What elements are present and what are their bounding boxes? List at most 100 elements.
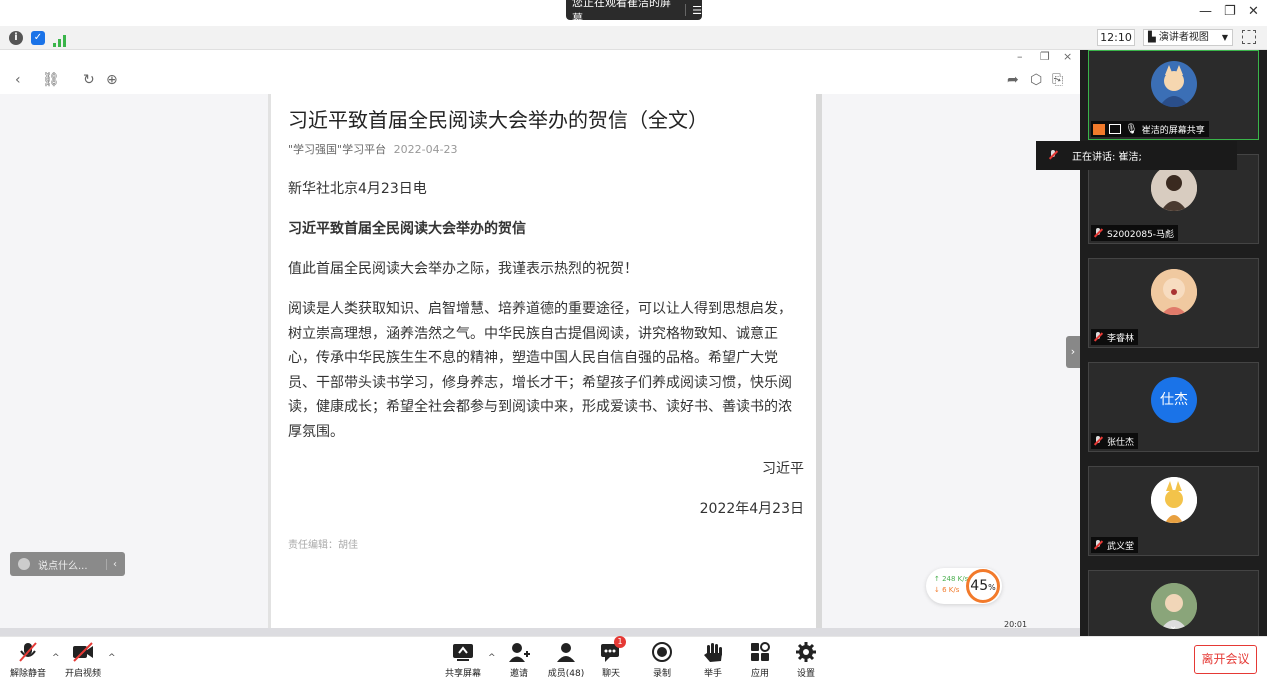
participant-label: S2002085-马彪 — [1091, 225, 1179, 241]
invite-label: 邀请 — [509, 669, 528, 679]
view-mode-select[interactable]: ▙ 演讲者视图 ▼ — [1143, 29, 1233, 46]
participants-panel: 🎙 崔洁的屏幕共享 S2002085-马彪 李睿林 仕杰 张仕杰 武义堂 ⌄ — [1080, 50, 1267, 636]
leave-meeting-button[interactable]: 离开会议 — [1194, 645, 1257, 674]
view-mode-icon: ▙ — [1148, 32, 1156, 43]
collapse-icon[interactable]: ‹ — [106, 558, 117, 570]
article-signature: 习近平 — [762, 461, 804, 477]
share-screen-label: 共享屏幕 — [444, 669, 481, 679]
participant-tile[interactable]: 仕杰 张仕杰 — [1088, 362, 1259, 452]
add-user-icon — [508, 641, 530, 663]
participant-tile[interactable]: 🎙 崔洁的屏幕共享 — [1088, 50, 1259, 140]
browser-toolbar: ‹ ⛓ ↻ ⊕ – ❐ × ➦ ⬡ ⎘ — [0, 50, 1080, 94]
link-icon[interactable]: ⛓ — [42, 72, 60, 88]
restore-button[interactable]: ❐ — [1224, 4, 1236, 19]
unmute-label: 解除静音 — [9, 669, 46, 679]
settings-label: 设置 — [796, 669, 815, 679]
mic-icon: 🎙 — [1125, 123, 1138, 135]
divider — [685, 4, 687, 16]
article-page: 习近平致首届全民阅读大会举办的贺信（全文） "学习强国"学习平台 2022-04… — [268, 94, 822, 634]
fullscreen-icon[interactable] — [1242, 30, 1256, 44]
mic-muted-icon — [1048, 150, 1058, 163]
avatar — [1151, 61, 1197, 107]
invite-button[interactable]: 邀请 — [494, 641, 544, 679]
mic-muted-icon — [1093, 228, 1103, 238]
share-banner[interactable]: 您正在观看崔洁的屏幕 ☰ — [566, 0, 702, 25]
globe-icon[interactable]: ⊕ — [106, 72, 118, 88]
comment-input[interactable]: 说点什么... ‹ — [10, 552, 125, 576]
chat-icon: 1 — [600, 636, 626, 663]
signal-icon[interactable] — [53, 32, 67, 47]
unmute-button[interactable]: 解除静音 — [3, 641, 53, 679]
view-mode-label: 演讲者视图 — [1158, 32, 1209, 43]
meeting-toolbar: 解除静音 ^ 开启视频 ^ 共享屏幕 ^ 邀请 成员(48) 1 聊天 录制 举… — [0, 636, 1267, 681]
avatar — [1151, 269, 1197, 315]
panel-collapse-handle[interactable]: › — [1066, 336, 1080, 368]
share-screen-button[interactable]: 共享屏幕 — [438, 641, 488, 679]
avatar: 仕杰 — [1151, 377, 1197, 423]
network-speed-widget[interactable]: ↑ 248 K/s ↓ 6 K/s 45% — [926, 568, 1002, 604]
security-shield-icon[interactable]: ✓ — [31, 31, 45, 45]
hand-icon — [702, 641, 724, 663]
raise-hand-button[interactable]: 举手 — [688, 641, 738, 679]
chevron-up-icon[interactable]: ^ — [108, 653, 116, 663]
apps-icon — [749, 641, 771, 663]
article-sign-date: 2022年4月23日 — [699, 501, 804, 517]
chevron-down-icon: ▼ — [1221, 33, 1228, 42]
avatar — [1151, 477, 1197, 523]
avatar — [1151, 165, 1197, 211]
speaking-indicator: 正在讲话: 崔洁; — [1036, 141, 1237, 170]
comment-placeholder: 说点什么... — [38, 560, 88, 572]
apps-label: 应用 — [750, 669, 769, 679]
cpu-usage-ring: 45% — [966, 569, 1000, 603]
box-icon[interactable]: ⬡ — [1030, 72, 1042, 88]
participant-label: 李睿林 — [1091, 329, 1139, 345]
download-speed: 6 K/s — [942, 586, 960, 594]
chat-label: 聊天 — [601, 669, 620, 679]
cpu-unit: % — [988, 583, 996, 592]
share-icon[interactable]: ➦ — [1007, 72, 1019, 88]
window-minimize-icon[interactable]: – — [1017, 50, 1023, 63]
chat-badge: 1 — [614, 636, 626, 648]
article-meta: "学习强国"学习平台 2022-04-23 — [288, 141, 458, 157]
shared-screen: ‹ ⛓ ↻ ⊕ – ❐ × ➦ ⬡ ⎘ 习近平致首届全民阅读大会举办的贺信（全文… — [0, 50, 1080, 636]
close-button[interactable]: ✕ — [1248, 4, 1259, 19]
copy-icon[interactable]: ⎘ — [1052, 72, 1063, 88]
refresh-icon[interactable]: ↻ — [83, 72, 95, 88]
minimize-button[interactable]: — — [1199, 4, 1212, 19]
menu-icon[interactable]: ☰ — [692, 4, 702, 17]
participant-name: S2002085-马彪 — [1107, 229, 1175, 240]
info-icon[interactable]: i — [9, 31, 23, 45]
window-restore-icon[interactable]: ❐ — [1040, 50, 1050, 63]
taskbar-time: 20:01 — [1004, 620, 1028, 629]
participant-tile[interactable]: ⌄ — [1088, 570, 1259, 636]
start-video-button[interactable]: 开启视频 — [58, 641, 108, 679]
members-icon — [555, 641, 577, 663]
participant-tile[interactable]: 武义堂 — [1088, 466, 1259, 556]
members-button[interactable]: 成员(48) — [541, 641, 591, 679]
gear-icon — [795, 641, 817, 663]
members-label: 成员(48) — [547, 669, 585, 679]
participant-name: 李睿林 — [1107, 333, 1135, 344]
article-greeting: 值此首届全民阅读大会举办之际，我谨表示热烈的祝贺！ — [288, 261, 638, 277]
record-icon — [651, 641, 673, 663]
speaking-text: 正在讲话: 崔洁; — [1072, 152, 1142, 163]
record-button[interactable]: 录制 — [637, 641, 687, 679]
participant-name: 张仕杰 — [1107, 437, 1135, 448]
scroll-down-icon[interactable]: ⌄ — [1169, 621, 1177, 632]
back-icon[interactable]: ‹ — [15, 72, 21, 88]
meeting-clock: 12:10 — [1097, 29, 1135, 46]
window-close-icon[interactable]: × — [1063, 50, 1072, 63]
settings-button[interactable]: 设置 — [781, 641, 831, 679]
article-title: 习近平致首届全民阅读大会举办的贺信（全文） — [288, 108, 708, 132]
participant-name: 武义堂 — [1107, 541, 1135, 552]
apps-button[interactable]: 应用 — [735, 641, 785, 679]
article-body: 阅读是人类获取知识、启智增慧、培养道德的重要途径，可以让人得到思想启发，树立崇高… — [288, 301, 792, 440]
participant-tile[interactable]: 李睿林 — [1088, 258, 1259, 348]
article-source: "学习强国"学习平台 — [288, 143, 387, 156]
mic-muted-icon — [1093, 436, 1103, 446]
chat-button[interactable]: 1 聊天 — [586, 636, 636, 679]
record-label: 录制 — [652, 669, 671, 679]
speed-readout: ↑ 248 K/s ↓ 6 K/s — [934, 575, 969, 594]
article-heading: 习近平致首届全民阅读大会举办的贺信 — [288, 221, 526, 237]
emoji-icon[interactable] — [18, 558, 30, 570]
